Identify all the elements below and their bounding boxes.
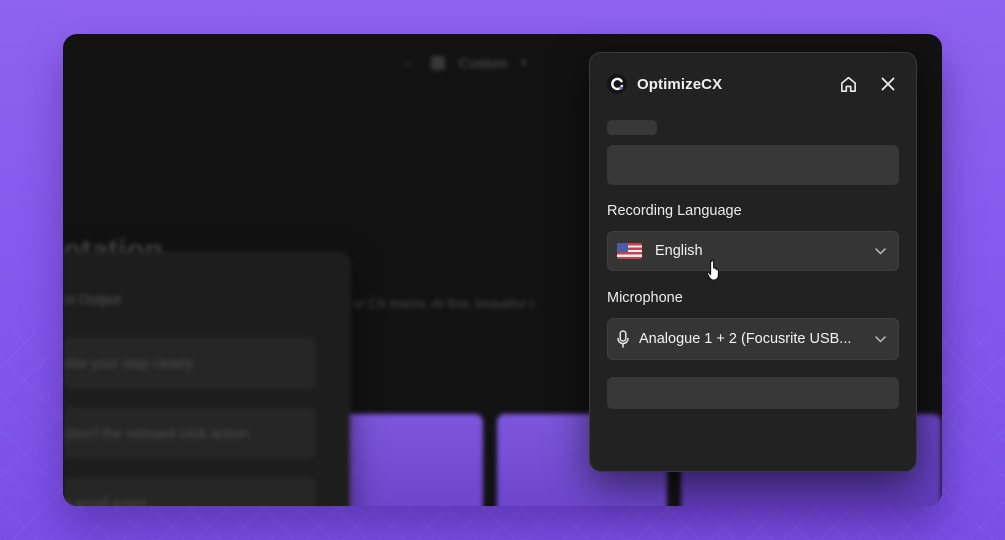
back-icon: ←	[401, 54, 417, 71]
list-item: a scroll event	[64, 477, 316, 506]
recorder-widget: OptimizeCX Recording Language English Mi…	[589, 52, 917, 472]
output-panel: ct Output ribe your step clearly (don't …	[63, 252, 350, 506]
chevron-down-icon: ▾	[521, 57, 527, 69]
optimizecx-logo-icon	[607, 74, 627, 94]
hand-cursor-icon	[706, 258, 719, 281]
widget-title: OptimizeCX	[637, 75, 723, 93]
toolbar-dropdown-label: Custom	[459, 55, 508, 71]
microphone-icon	[617, 330, 629, 348]
list-item: (don't the relevant click action	[64, 407, 316, 459]
chevron-down-icon	[875, 335, 886, 343]
window-toolbar: ← Custom ▾	[401, 54, 526, 72]
microphone-select[interactable]: Analogue 1 + 2 (Focusrite USB...	[607, 318, 899, 360]
chevron-down-icon	[875, 247, 886, 255]
loading-placeholder	[607, 145, 899, 185]
home-icon[interactable]	[837, 73, 859, 95]
page-subtitle: or CX teams. AI first, beautiful c	[353, 296, 536, 311]
view-icon	[431, 56, 445, 70]
panel-title: ct Output	[64, 291, 121, 307]
close-icon[interactable]	[877, 73, 899, 95]
us-flag-icon	[617, 243, 642, 259]
loading-placeholder	[607, 120, 657, 135]
recording-language-select[interactable]: English	[607, 231, 899, 271]
widget-header: OptimizeCX	[607, 73, 899, 95]
microphone-label: Microphone	[607, 290, 683, 306]
loading-placeholder	[607, 377, 899, 409]
list-item: ribe your step clearly	[64, 337, 316, 389]
recording-language-value: English	[655, 243, 703, 259]
microphone-value: Analogue 1 + 2 (Focusrite USB...	[639, 331, 852, 347]
recording-language-label: Recording Language	[607, 203, 742, 219]
